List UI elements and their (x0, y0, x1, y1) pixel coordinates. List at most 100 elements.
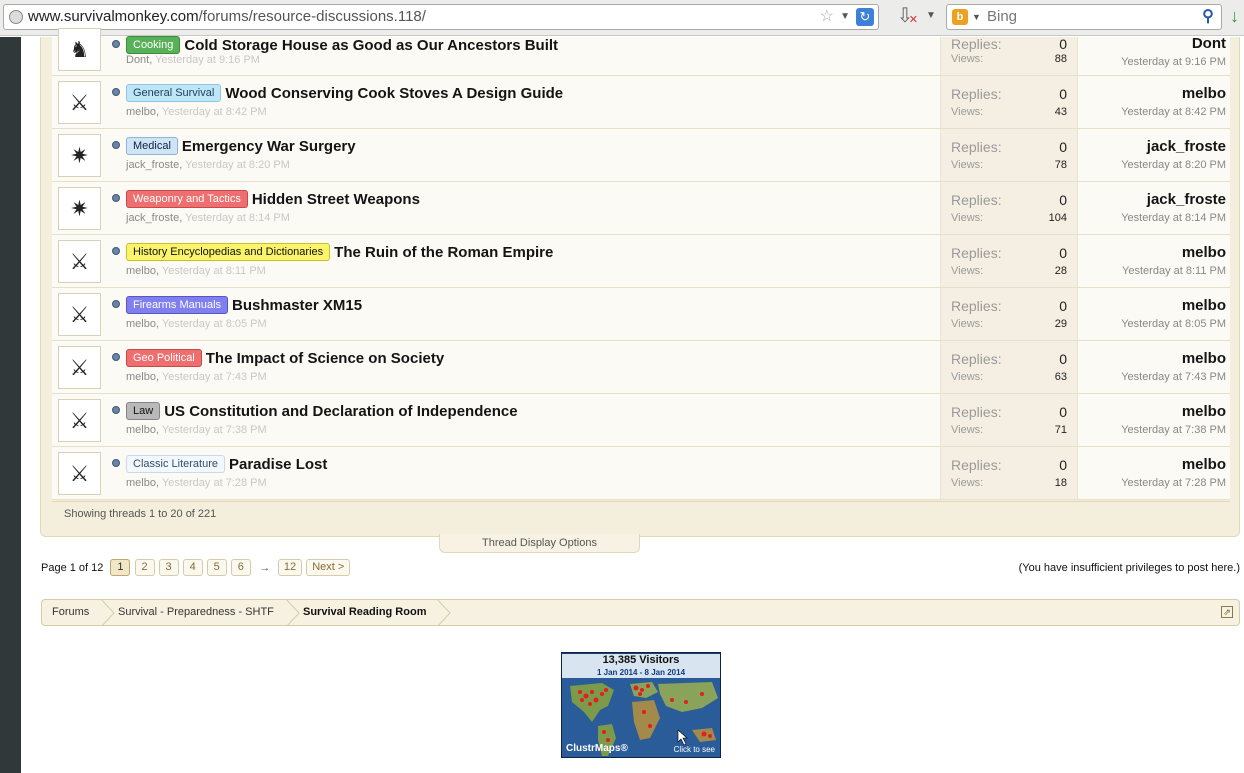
last-post-time[interactable]: Yesterday at 8:14 PM (1121, 212, 1226, 224)
thread-prefix-badge[interactable]: Weaponry and Tactics (126, 190, 248, 208)
last-post-time[interactable]: Yesterday at 7:38 PM (1121, 424, 1226, 436)
thread-start-time[interactable]: Yesterday at 7:43 PM (162, 371, 267, 383)
jump-to-icon[interactable]: ⇗ (1221, 606, 1233, 618)
last-poster-link[interactable]: jack_froste (1121, 191, 1226, 208)
unread-marker-icon[interactable] (112, 194, 120, 202)
thread-title-link[interactable]: Hidden Street Weapons (252, 191, 420, 208)
left-sidebar-strip (0, 37, 21, 773)
thread-start-time[interactable]: Yesterday at 8:05 PM (162, 318, 267, 330)
avatar[interactable]: ⚔ (58, 81, 101, 124)
breadcrumb-current[interactable]: Survival Reading Room (303, 600, 426, 625)
last-post-time[interactable]: Yesterday at 8:42 PM (1121, 106, 1226, 118)
thread-prefix-badge[interactable]: Geo Political (126, 349, 202, 367)
clustrmaps-widget[interactable]: 13,385 Visitors 1 Jan 2014 - 8 Jan 2014 … (561, 652, 721, 758)
last-post-time[interactable]: Yesterday at 8:11 PM (1122, 265, 1226, 277)
avatar[interactable]: ⚔ (58, 346, 101, 389)
bing-engine-icon[interactable]: b (952, 9, 968, 25)
unread-marker-icon[interactable] (112, 300, 120, 308)
last-poster-link[interactable]: melbo (1122, 244, 1226, 261)
breadcrumb-forums[interactable]: Forums (52, 600, 89, 625)
engine-dropdown-icon[interactable]: ▼ (972, 5, 981, 29)
thread-start-time[interactable]: Yesterday at 7:28 PM (162, 477, 267, 489)
last-post-time[interactable]: Yesterday at 8:05 PM (1121, 318, 1226, 330)
last-poster-link[interactable]: Dont (1121, 35, 1226, 52)
thread-author-link[interactable]: jack_froste (126, 212, 179, 224)
thread-author-link[interactable]: melbo (126, 318, 156, 330)
search-icon[interactable]: ⚲ (1198, 7, 1218, 27)
page-link-4[interactable]: 4 (182, 559, 203, 576)
avatar[interactable]: ⚔ (58, 399, 101, 442)
search-input[interactable]: b ▼ Bing ⚲ (946, 4, 1222, 30)
page-link-5[interactable]: 5 (206, 559, 227, 576)
avatar[interactable]: ⚔ (58, 293, 101, 336)
page-link-3[interactable]: 3 (158, 559, 179, 576)
thread-prefix-badge[interactable]: Cooking (126, 36, 181, 54)
last-poster-link[interactable]: melbo (1121, 456, 1226, 473)
avatar[interactable]: ♞ (58, 28, 101, 71)
avatar[interactable]: ✷ (58, 134, 101, 177)
thread-prefix-badge[interactable]: Law (126, 402, 161, 420)
address-bar[interactable]: www.survivalmonkey.com/forums/resource-d… (3, 4, 879, 30)
history-dropdown-icon[interactable]: ▼ (840, 5, 850, 29)
thread-title-link[interactable]: The Ruin of the Roman Empire (334, 244, 553, 261)
thread-prefix-badge[interactable]: Classic Literature (126, 455, 225, 473)
page-jump-arrow[interactable]: → (255, 562, 275, 574)
thread-start-time[interactable]: Yesterday at 8:11 PM (162, 265, 266, 277)
reload-icon[interactable]: ↻ (856, 8, 874, 26)
thread-start-time[interactable]: Yesterday at 8:14 PM (185, 212, 290, 224)
page-link-2[interactable]: 2 (134, 559, 155, 576)
replies-count: 0 (1059, 139, 1067, 155)
thread-author-link[interactable]: melbo (126, 371, 156, 383)
thread-title-link[interactable]: Bushmaster XM15 (232, 297, 362, 314)
thread-start-time[interactable]: Yesterday at 7:38 PM (162, 424, 267, 436)
download-icon[interactable]: ⇩ ✕ (890, 4, 920, 30)
breadcrumb-survival-preparedness[interactable]: Survival - Preparedness - SHTF (118, 600, 274, 625)
bookmark-star-icon[interactable]: ☆ (820, 5, 834, 29)
thread-prefix-badge[interactable]: History Encyclopedias and Dictionaries (126, 243, 331, 261)
last-post-time[interactable]: Yesterday at 9:16 PM (1121, 56, 1226, 68)
thread-start-time[interactable]: Yesterday at 8:42 PM (162, 106, 267, 118)
thread-display-options-button[interactable]: Thread Display Options (439, 534, 640, 553)
thread-prefix-badge[interactable]: General Survival (126, 84, 222, 102)
thread-title-link[interactable]: Emergency War Surgery (182, 138, 356, 155)
thread-title-link[interactable]: US Constitution and Declaration of Indep… (164, 403, 517, 420)
thread-author-link[interactable]: Dont (126, 54, 149, 66)
thread-title-link[interactable]: Paradise Lost (229, 456, 327, 473)
download-dropdown-icon[interactable]: ▼ (926, 10, 936, 21)
thread-prefix-badge[interactable]: Firearms Manuals (126, 296, 229, 314)
last-post-time[interactable]: Yesterday at 7:43 PM (1121, 371, 1226, 383)
page-link-6[interactable]: 6 (230, 559, 251, 576)
avatar[interactable]: ✷ (58, 187, 101, 230)
next-page-button[interactable]: Next > (306, 559, 351, 576)
thread-prefix-badge[interactable]: Medical (126, 137, 178, 155)
thread-author-link[interactable]: melbo (126, 477, 156, 489)
unread-marker-icon[interactable] (112, 353, 120, 361)
page-link-1[interactable]: 1 (110, 559, 131, 576)
unread-marker-icon[interactable] (112, 88, 120, 96)
thread-start-time[interactable]: Yesterday at 9:16 PM (155, 54, 260, 66)
last-post-time[interactable]: Yesterday at 8:20 PM (1121, 159, 1226, 171)
thread-title-link[interactable]: The Impact of Science on Society (206, 350, 444, 367)
thread-title-link[interactable]: Cold Storage House as Good as Our Ancest… (184, 37, 558, 54)
last-poster-link[interactable]: jack_froste (1121, 138, 1226, 155)
unread-marker-icon[interactable] (112, 141, 120, 149)
last-poster-link[interactable]: melbo (1121, 297, 1226, 314)
last-poster-link[interactable]: melbo (1121, 350, 1226, 367)
page-link-last[interactable]: 12 (277, 559, 303, 576)
avatar[interactable]: ⚔ (58, 240, 101, 283)
downloads-arrow-icon[interactable]: ↓ (1230, 6, 1239, 27)
last-poster-link[interactable]: melbo (1121, 85, 1226, 102)
last-poster-link[interactable]: melbo (1121, 403, 1226, 420)
unread-marker-icon[interactable] (112, 40, 120, 48)
thread-author-link[interactable]: jack_froste (126, 159, 179, 171)
unread-marker-icon[interactable] (112, 459, 120, 467)
last-post-time[interactable]: Yesterday at 7:28 PM (1121, 477, 1226, 489)
unread-marker-icon[interactable] (112, 406, 120, 414)
unread-marker-icon[interactable] (112, 247, 120, 255)
thread-author-link[interactable]: melbo (126, 106, 156, 118)
thread-title-link[interactable]: Wood Conserving Cook Stoves A Design Gui… (225, 85, 563, 102)
thread-author-link[interactable]: melbo (126, 265, 156, 277)
thread-start-time[interactable]: Yesterday at 8:20 PM (185, 159, 290, 171)
avatar[interactable]: ⚔ (58, 452, 101, 495)
thread-author-link[interactable]: melbo (126, 424, 156, 436)
